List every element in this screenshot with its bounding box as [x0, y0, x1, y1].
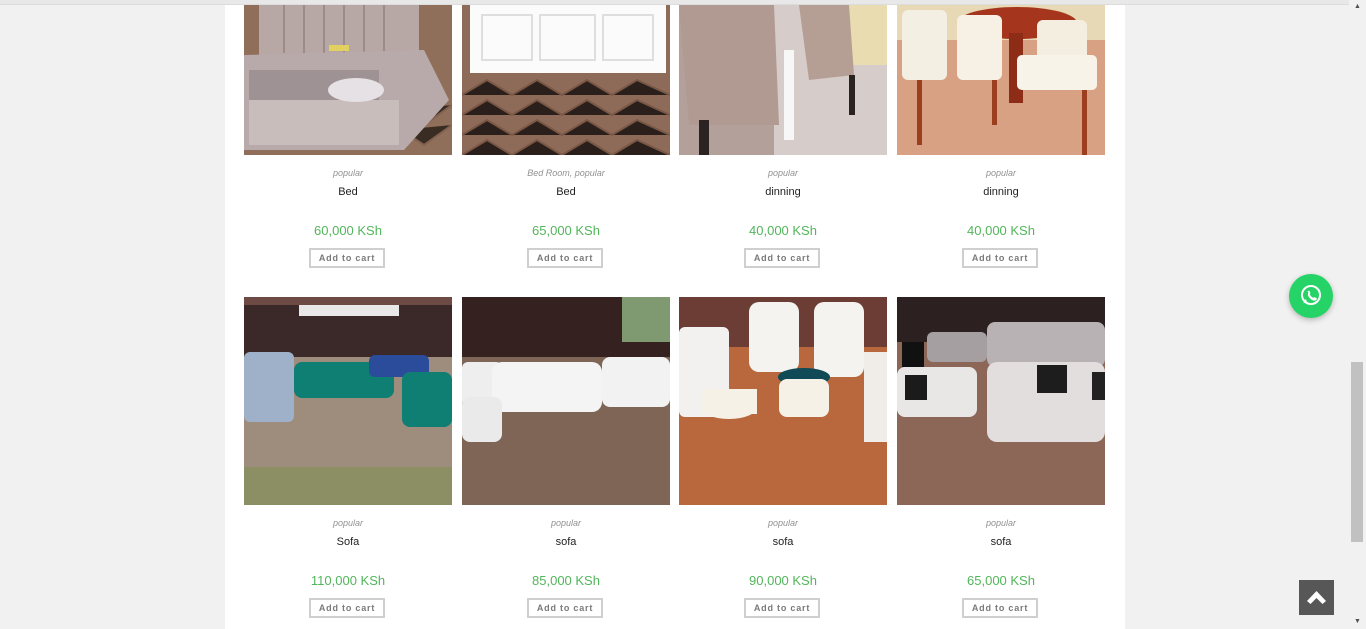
- add-to-cart-button[interactable]: Add to cart: [527, 248, 603, 268]
- product-price: 65,000 KSh: [532, 223, 600, 238]
- product-title[interactable]: sofa: [462, 536, 670, 548]
- add-to-cart-button[interactable]: Add to cart: [744, 248, 820, 268]
- product-price: 65,000 KSh: [967, 573, 1035, 588]
- product-title[interactable]: Bed: [244, 186, 452, 198]
- product-price: 40,000 KSh: [967, 223, 1035, 238]
- product-title[interactable]: sofa: [679, 536, 887, 548]
- product-title[interactable]: dinning: [679, 186, 887, 198]
- whatsapp-chat-button[interactable]: [1289, 274, 1333, 318]
- product-title[interactable]: sofa: [897, 536, 1105, 548]
- add-to-cart-button[interactable]: Add to cart: [962, 598, 1038, 618]
- page: popular Bed 60,000 KSh Add to cart Bed R…: [0, 0, 1366, 629]
- product-price: 40,000 KSh: [749, 223, 817, 238]
- page-scrollbar[interactable]: ▲ ▼: [1349, 0, 1366, 629]
- product-listing: popular Bed 60,000 KSh Add to cart Bed R…: [225, 5, 1125, 629]
- product-category[interactable]: popular: [462, 518, 670, 528]
- product-image-dinning[interactable]: [679, 5, 887, 155]
- product-category[interactable]: popular: [897, 518, 1105, 528]
- scroll-up-arrow-icon[interactable]: ▲: [1349, 0, 1366, 14]
- scroll-down-arrow-icon[interactable]: ▼: [1349, 615, 1366, 629]
- product-image-sofa[interactable]: [897, 297, 1105, 505]
- add-to-cart-button[interactable]: Add to cart: [744, 598, 820, 618]
- product-category[interactable]: popular: [679, 518, 887, 528]
- product-price: 90,000 KSh: [749, 573, 817, 588]
- product-category[interactable]: popular: [897, 168, 1105, 178]
- product-category[interactable]: popular: [679, 168, 887, 178]
- product-category[interactable]: Bed Room, popular: [462, 168, 670, 178]
- product-image-bed[interactable]: [462, 5, 670, 155]
- product-price: 60,000 KSh: [314, 223, 382, 238]
- back-to-top-button[interactable]: [1299, 580, 1334, 615]
- product-category[interactable]: popular: [244, 168, 452, 178]
- product-image-sofa[interactable]: [244, 297, 452, 505]
- add-to-cart-button[interactable]: Add to cart: [309, 248, 385, 268]
- add-to-cart-button[interactable]: Add to cart: [527, 598, 603, 618]
- product-image-dinning[interactable]: [897, 5, 1105, 155]
- product-image-sofa[interactable]: [462, 297, 670, 505]
- product-title[interactable]: dinning: [897, 186, 1105, 198]
- add-to-cart-button[interactable]: Add to cart: [309, 598, 385, 618]
- scrollbar-thumb[interactable]: [1351, 362, 1363, 542]
- whatsapp-icon: [1301, 285, 1321, 305]
- product-title[interactable]: Bed: [462, 186, 670, 198]
- product-image-bed[interactable]: [244, 5, 452, 155]
- add-to-cart-button[interactable]: Add to cart: [962, 248, 1038, 268]
- product-image-sofa[interactable]: [679, 297, 887, 505]
- chevron-up-icon: [1307, 591, 1326, 604]
- product-price: 110,000 KSh: [310, 573, 386, 588]
- product-category[interactable]: popular: [244, 518, 452, 528]
- product-title[interactable]: Sofa: [244, 536, 452, 548]
- product-price: 85,000 KSh: [532, 573, 600, 588]
